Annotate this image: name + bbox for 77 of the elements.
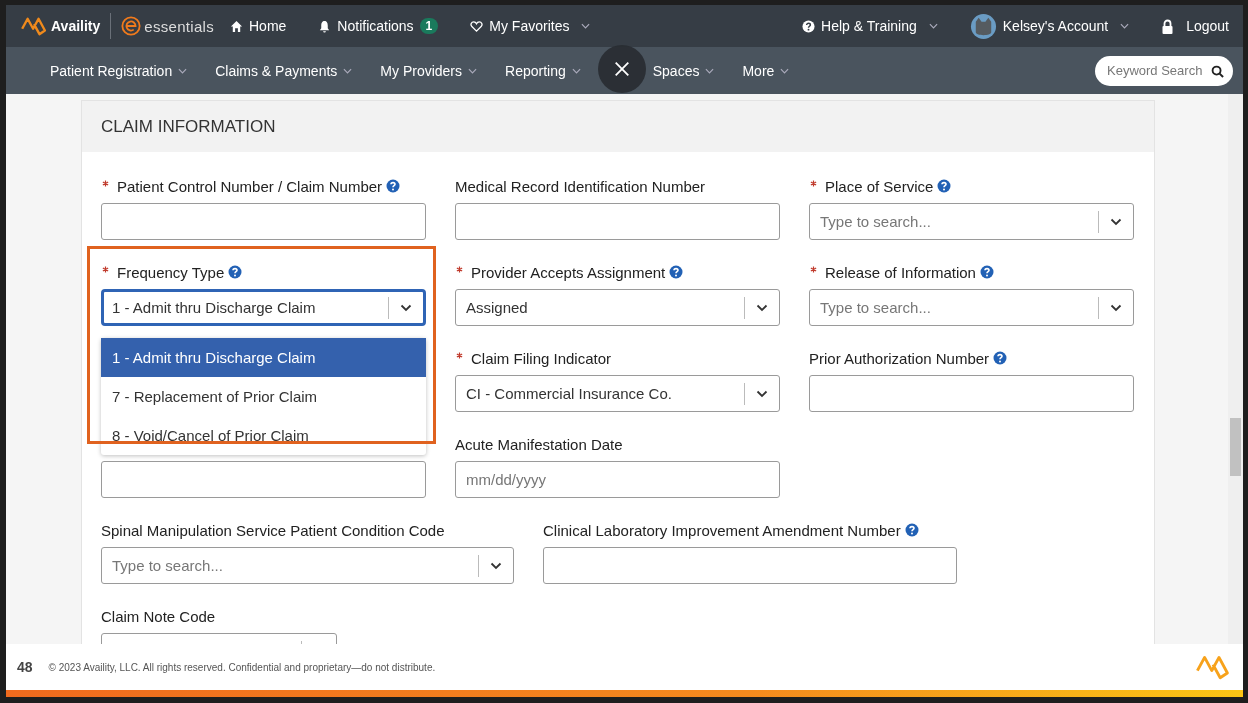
nav-link[interactable]: Home xyxy=(230,18,287,34)
help-icon[interactable] xyxy=(993,351,1008,365)
input-field[interactable]: mm/dd/yyyy xyxy=(455,461,780,498)
field-label: Spinal Manipulation Service Patient Condition Code xyxy=(101,521,445,539)
keyword-search-field[interactable]: Keyword Search xyxy=(1095,55,1233,86)
menu-item[interactable]: My Providers xyxy=(380,62,478,79)
caret-icon xyxy=(705,67,715,74)
menu-item[interactable]: Patient Registration xyxy=(50,62,188,79)
input-field[interactable] xyxy=(101,203,426,240)
home-icon xyxy=(230,19,243,33)
product-name: essentials xyxy=(144,17,214,35)
chevron-down-icon xyxy=(490,561,502,570)
heart-icon xyxy=(470,19,484,33)
chevron-down-icon xyxy=(400,303,412,312)
select-field[interactable]: Type to search... xyxy=(101,547,514,584)
close-icon xyxy=(613,60,631,78)
dropdown-option[interactable]: 7 - Replacement of Prior Claim xyxy=(101,377,426,416)
field-label: Clinical Laboratory Improvement Amendment Number xyxy=(543,521,901,539)
chevron-down-icon xyxy=(756,389,768,398)
field-label: Frequency Type xyxy=(117,263,225,281)
help-icon[interactable] xyxy=(979,265,994,279)
menu-item[interactable]: Spaces xyxy=(652,62,715,79)
field-label: Acute Manifestation Date xyxy=(455,435,623,453)
select-field[interactable]: CI - Commercial Insurance Co. xyxy=(455,375,780,412)
dropdown-option[interactable]: 8 - Void/Cancel of Prior Claim xyxy=(101,416,426,455)
scrollbar[interactable] xyxy=(1228,94,1243,644)
field-label: Medical Record Identification Number xyxy=(455,177,706,195)
chevron-down-icon xyxy=(1110,303,1122,312)
menu-item[interactable]: Claims & Payments xyxy=(215,62,353,79)
nav-link[interactable]: Help & Training xyxy=(802,18,938,34)
notification-count: 1 xyxy=(419,18,439,34)
field-label: Patient Control Number / Claim Number xyxy=(117,177,383,195)
copyright-text: © 2023 Availity, LLC. All rights reserved. Confidential and proprietary—do not distribute. xyxy=(48,661,436,673)
select-field[interactable]: Type to search... xyxy=(809,289,1134,326)
help-icon[interactable] xyxy=(669,265,684,279)
field-label: Place of Service xyxy=(825,177,934,195)
select-field[interactable]: Assigned xyxy=(455,289,780,326)
field-label: Provider Accepts Assignment xyxy=(471,263,666,281)
field-label: Claim Filing Indicator xyxy=(471,349,612,367)
dropdown-option[interactable]: 1 - Admit thru Discharge Claim xyxy=(101,338,426,377)
nav-link[interactable]: My Favorites xyxy=(470,18,591,34)
section-title: CLAIM INFORMATION xyxy=(101,116,276,137)
caret-icon xyxy=(178,67,188,74)
input-field[interactable] xyxy=(101,461,426,498)
input-field[interactable] xyxy=(809,375,1134,412)
avatar-icon xyxy=(969,12,997,40)
nav-link[interactable]: Notifications 1 xyxy=(318,18,439,34)
help-icon[interactable] xyxy=(937,179,952,193)
field-label: Release of Information xyxy=(825,263,976,281)
chevron-down-icon xyxy=(1110,217,1122,226)
logo-icon xyxy=(20,16,48,36)
lock-icon xyxy=(1161,18,1175,34)
essentials-logo-icon xyxy=(121,16,142,36)
field-label: Prior Authorization Number xyxy=(809,349,990,367)
help-icon xyxy=(802,19,816,33)
help-icon[interactable] xyxy=(904,523,919,537)
field-label: Claim Note Code xyxy=(101,607,216,625)
menu-item[interactable]: More xyxy=(742,62,790,79)
search-icon xyxy=(1211,64,1224,78)
caret-icon xyxy=(343,67,353,74)
page-number: 48 xyxy=(17,659,33,675)
select-field[interactable]: 1 - Admit thru Discharge Claim xyxy=(101,289,426,326)
caret-icon xyxy=(468,67,478,74)
caret-icon xyxy=(571,67,581,74)
close-button[interactable] xyxy=(598,45,646,93)
help-icon[interactable] xyxy=(386,179,401,193)
nav-link[interactable]: Logout xyxy=(1161,18,1229,34)
nav-link[interactable]: Kelsey's Account xyxy=(969,12,1130,40)
input-field[interactable] xyxy=(455,203,780,240)
caret-icon xyxy=(780,67,790,74)
brand-name: Availity xyxy=(51,18,101,34)
select-field[interactable]: Type to search... xyxy=(809,203,1134,240)
menu-item[interactable]: Reporting xyxy=(505,62,581,79)
bell-icon xyxy=(318,19,332,33)
help-icon[interactable] xyxy=(228,265,243,279)
input-field[interactable] xyxy=(543,547,957,584)
chevron-down-icon xyxy=(756,303,768,312)
